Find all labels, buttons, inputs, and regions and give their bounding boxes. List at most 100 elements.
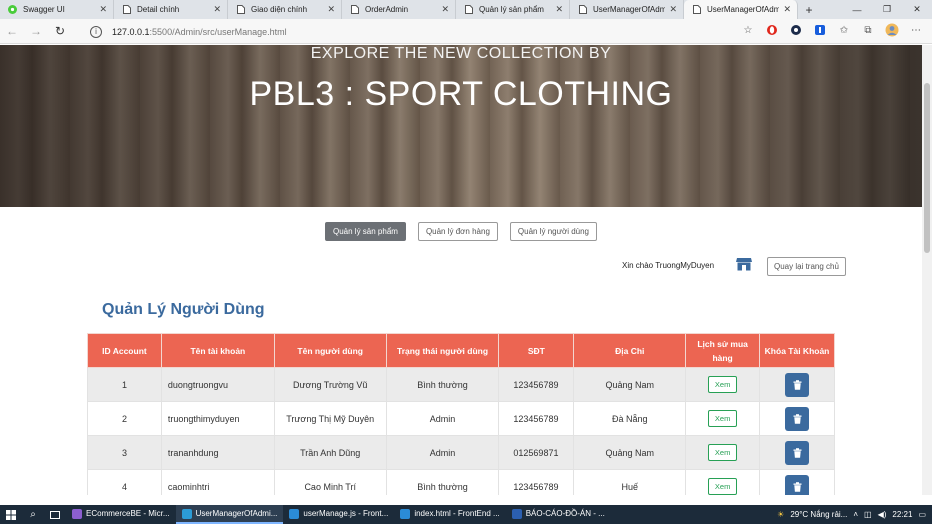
cell-history: Xem	[685, 401, 761, 436]
taskbar-app[interactable]: ECommerceBE - Micr...	[66, 505, 176, 524]
page-icon	[464, 5, 473, 14]
page-scrollbar[interactable]	[922, 45, 932, 495]
trash-icon	[793, 447, 802, 458]
page-icon	[578, 5, 587, 14]
favorites-icon[interactable]: ✩	[836, 22, 852, 38]
weather-icon: ☀	[777, 510, 785, 519]
task-view-icon[interactable]	[44, 505, 66, 524]
back-button[interactable]: ←	[0, 19, 24, 44]
reload-button[interactable]: ↻	[48, 19, 72, 44]
restore-button[interactable]: ❐	[872, 0, 902, 19]
manage-users-button[interactable]: Quản lý người dùng	[509, 222, 597, 241]
system-tray: ☀ 29°C Nắng rải... ˄ ◫ ◀) 22:21 ▭	[777, 505, 932, 524]
browser-tab-label: Detail chính	[137, 5, 180, 14]
more-menu-icon[interactable]: ⋯	[908, 22, 924, 38]
url-path: :5500/Admin/src/userManage.html	[149, 26, 287, 37]
opera-extension-icon[interactable]	[764, 22, 780, 38]
lock-account-button[interactable]	[785, 406, 810, 431]
lock-account-button[interactable]	[785, 474, 810, 495]
back-home-button[interactable]: Quay lại trang chủ	[767, 257, 846, 276]
page-icon	[350, 5, 359, 14]
browser-tab[interactable]: Detail chính ✕	[114, 0, 228, 19]
page-icon	[692, 5, 701, 14]
app-icon	[511, 508, 522, 519]
browser-tab[interactable]: Quản lý sản phẩm ✕	[456, 0, 570, 19]
new-tab-button[interactable]: +	[798, 0, 820, 19]
browser-tab-label: Giao diện chính	[251, 5, 308, 14]
taskbar-app[interactable]: index.html - FrontEnd ...	[394, 505, 505, 524]
close-window-button[interactable]: ✕	[902, 0, 932, 19]
close-tab-icon[interactable]: ✕	[441, 4, 449, 15]
view-history-button[interactable]: Xem	[707, 444, 738, 461]
cell-name: Dương Trường Vũ	[273, 367, 387, 402]
scrollbar-thumb[interactable]	[924, 83, 930, 253]
taskbar-app-label: ECommerceBE - Micr...	[86, 509, 170, 518]
profile-avatar-icon[interactable]	[884, 22, 900, 38]
browser-tab[interactable]: OrderAdmin ✕	[342, 0, 456, 19]
browser-tab[interactable]: UserManagerOfAdmin ✕	[684, 0, 798, 19]
collections-icon[interactable]: ⧉	[860, 22, 876, 38]
hero-title: PBL3 : SPORT CLOTHING	[249, 75, 673, 113]
search-icon[interactable]: ⌕	[22, 505, 44, 524]
close-tab-icon[interactable]: ✕	[669, 4, 677, 15]
cell-lock	[759, 435, 835, 470]
close-tab-icon[interactable]: ✕	[213, 4, 221, 15]
table-row: 3 trananhdung Trần Anh Dũng Admin 012569871 Q…	[87, 435, 835, 470]
taskbar-app[interactable]: UserManagerOfAdmi...	[175, 505, 284, 524]
cell-username: trananhdung	[160, 435, 275, 470]
close-tab-icon[interactable]: ✕	[327, 4, 335, 15]
cell-lock	[759, 367, 835, 402]
browser-tab-label: Quản lý sản phẩm	[479, 5, 544, 14]
bitwarden-extension-icon[interactable]	[812, 22, 828, 38]
browser-tab[interactable]: Swagger UI ✕	[0, 0, 114, 19]
cell-name: Trần Anh Dũng	[273, 435, 387, 470]
admin-nav: Quản lý sản phẩm Quản lý đơn hàng Quản l…	[0, 222, 922, 241]
header-name: Tên người dùng	[273, 333, 387, 368]
taskbar-app[interactable]: userManage.js - Front...	[283, 505, 394, 524]
cell-phone: 123456789	[498, 367, 575, 402]
tray-arrow-icon[interactable]: ˄	[853, 510, 858, 519]
app-icon	[400, 508, 411, 519]
address-bar[interactable]: i 127.0.0.1 :5500/Admin/src/userManage.h…	[90, 22, 730, 41]
taskbar-app[interactable]: BÁO-CÁO-ĐỒ-ÁN - ...	[506, 505, 611, 524]
cell-name: Cao Minh Trí	[273, 469, 387, 495]
lock-account-button[interactable]	[785, 440, 810, 465]
store-icon[interactable]	[736, 257, 752, 271]
view-history-button[interactable]: Xem	[707, 478, 738, 495]
page-heading: Quản Lý Người Dùng	[102, 301, 265, 318]
taskbar-app-label: BÁO-CÁO-ĐỒ-ÁN - ...	[525, 509, 605, 518]
browser-tab-bar: Swagger UI ✕ Detail chính ✕ Giao diện chính ✕…	[0, 0, 932, 19]
header-address: Địa Chỉ	[573, 333, 687, 368]
favorite-star-icon[interactable]: ☆	[740, 22, 756, 38]
notification-icon[interactable]: ▭	[918, 510, 926, 519]
weather-text[interactable]: 29°C Nắng rải...	[790, 510, 847, 519]
header-history: Lịch sử mua hàng	[685, 333, 761, 368]
browser-tab[interactable]: Giao diện chính ✕	[228, 0, 342, 19]
dark-reader-extension-icon[interactable]	[788, 22, 804, 38]
hero-subtitle: EXPLORE THE NEW COLLECTION BY	[310, 45, 612, 62]
lock-account-button[interactable]	[785, 372, 810, 397]
browser-tab[interactable]: UserManagerOfAdmin ✕	[570, 0, 684, 19]
forward-button[interactable]: →	[24, 19, 48, 44]
view-history-button[interactable]: Xem	[707, 410, 738, 427]
site-info-icon[interactable]: i	[90, 25, 102, 38]
close-tab-icon[interactable]: ✕	[783, 4, 791, 15]
header-id: ID Account	[87, 333, 162, 368]
table-row: 4 caominhtri Cao Minh Trí Bình thường 123456…	[87, 469, 835, 495]
windows-start-icon[interactable]	[0, 505, 22, 524]
network-icon[interactable]: ◫	[864, 510, 872, 519]
close-tab-icon[interactable]: ✕	[555, 4, 563, 15]
cell-lock	[759, 469, 835, 495]
clock[interactable]: 22:21	[892, 510, 912, 519]
view-history-button[interactable]: Xem	[707, 376, 738, 393]
manage-products-button[interactable]: Quản lý sản phẩm	[325, 222, 406, 241]
minimize-button[interactable]: —	[842, 0, 872, 19]
page-content: EXPLORE THE NEW COLLECTION BY PBL3 : SPO…	[0, 45, 922, 495]
volume-icon[interactable]: ◀)	[878, 510, 887, 519]
close-tab-icon[interactable]: ✕	[99, 4, 107, 15]
browser-tab-label: Swagger UI	[23, 5, 65, 14]
manage-orders-button[interactable]: Quản lý đơn hàng	[417, 222, 498, 241]
cell-id: 3	[87, 435, 162, 470]
cell-history: Xem	[685, 469, 761, 495]
header-status: Trạng thái người dùng	[385, 333, 500, 368]
